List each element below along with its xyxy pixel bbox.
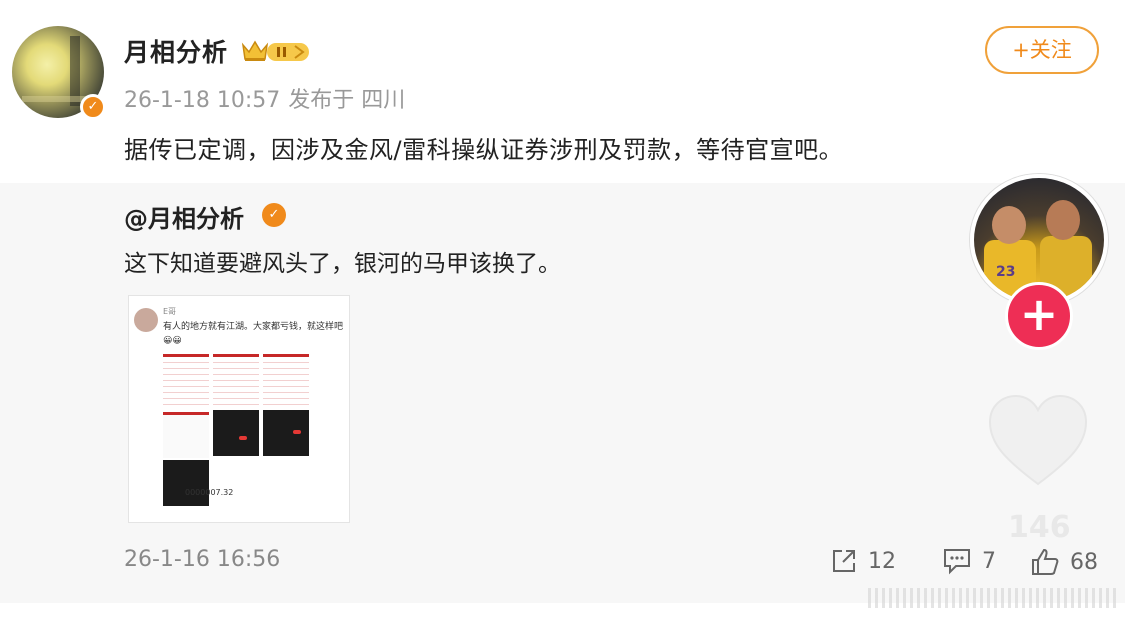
repost-author[interactable]: @月相分析 bbox=[124, 199, 244, 234]
jersey-number: 23 bbox=[996, 264, 1016, 280]
post-time: 26-1-18 10:57 bbox=[124, 88, 281, 113]
image-thumb bbox=[213, 410, 259, 456]
like-button[interactable]: 68 bbox=[1030, 547, 1098, 577]
image-table bbox=[263, 354, 309, 410]
image-dot bbox=[293, 430, 301, 434]
image-code: 0000007.32 bbox=[185, 488, 234, 497]
crown-badge-icon bbox=[241, 40, 309, 61]
share-count: 12 bbox=[868, 548, 896, 574]
avatar-head bbox=[1046, 200, 1080, 240]
comment-count: 7 bbox=[982, 548, 996, 574]
share-icon bbox=[833, 550, 855, 572]
repost-time: 26-1-16 16:56 bbox=[124, 547, 281, 572]
verified-badge-icon: ✓ bbox=[262, 203, 286, 227]
repost-image[interactable]: E哥 有人的地方就有江湖。大家都亏钱，就这样吧😀😀 0000007.32 bbox=[128, 295, 350, 523]
follow-plus-button[interactable]: + bbox=[1005, 282, 1073, 350]
verified-badge-icon: ✓ bbox=[80, 94, 106, 120]
repost-card[interactable]: @月相分析 ✓ 这下知道要避风头了，银河的马甲该换了。 E哥 有人的地方就有江湖… bbox=[0, 183, 1125, 603]
image-author: E哥 bbox=[163, 307, 177, 316]
image-dot bbox=[239, 436, 247, 440]
image-text: 有人的地方就有江湖。大家都亏钱，就这样吧😀😀 bbox=[163, 322, 344, 346]
image-table bbox=[213, 354, 259, 410]
watermark bbox=[868, 588, 1118, 608]
image-thumb bbox=[263, 410, 309, 456]
post-source: 发布于 四川 bbox=[288, 88, 406, 113]
thumbs-up-icon bbox=[1032, 548, 1059, 575]
image-avatar bbox=[134, 308, 158, 332]
avatar-head bbox=[992, 206, 1026, 244]
comment-icon bbox=[944, 549, 970, 575]
like-count: 68 bbox=[1070, 549, 1098, 575]
post-meta: 26-1-18 10:57 发布于 四川 bbox=[124, 82, 413, 114]
image-thumb bbox=[163, 460, 209, 506]
repost-text: 这下知道要避风头了，银河的马甲该换了。 bbox=[124, 251, 561, 277]
comment-button[interactable]: 7 bbox=[942, 547, 996, 575]
heart-icon[interactable] bbox=[986, 392, 1090, 492]
image-thumb bbox=[163, 412, 209, 458]
heart-count: 146 bbox=[1008, 510, 1071, 545]
post-text: 据传已定调，因涉及金风/雷科操纵证券涉刑及罚款，等待官宣吧。 bbox=[124, 136, 844, 164]
follow-button[interactable]: +关注 bbox=[985, 26, 1099, 74]
share-button[interactable]: 12 bbox=[830, 547, 896, 575]
author-name[interactable]: 月相分析 bbox=[124, 33, 228, 69]
image-table bbox=[163, 354, 209, 410]
